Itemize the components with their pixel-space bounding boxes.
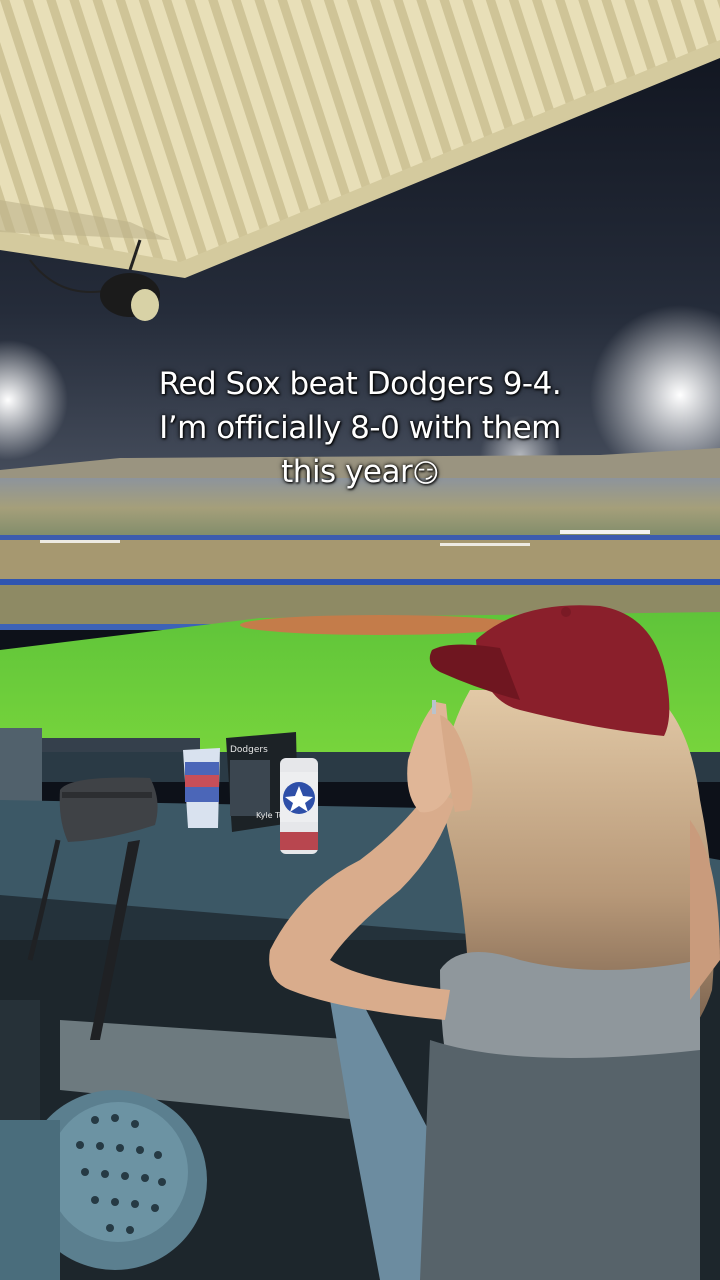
caption-line-1: Red Sox beat Dodgers 9-4.	[158, 366, 562, 402]
photo-scene: Dodgers Kyle Tucker Red Sox beat Dodgers…	[0, 0, 720, 1280]
video-caption: Red Sox beat Dodgers 9-4. I’m officially…	[0, 362, 720, 496]
caption-line-3: this year😏	[0, 450, 720, 496]
middle-stands	[0, 538, 720, 584]
caption-line-3-text: this year	[281, 454, 413, 490]
stadium-photo: Dodgers Kyle Tucker	[0, 0, 720, 1280]
smirk-emoji-icon: 😏	[412, 459, 439, 489]
souvenir-cup	[183, 748, 220, 828]
box-label: Dodgers	[230, 745, 268, 755]
infield-dirt	[240, 615, 520, 635]
caption-line-2: I’m officially 8-0 with them	[159, 410, 561, 446]
beverage-can	[280, 758, 318, 854]
